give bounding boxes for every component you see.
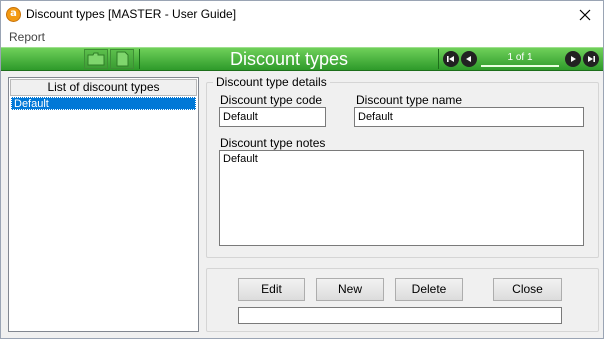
next-record-icon (571, 56, 576, 62)
folder-icon (87, 52, 105, 66)
previous-record-icon (466, 56, 471, 62)
details-group-label: Discount type details (213, 75, 330, 89)
new-button[interactable]: New (316, 278, 384, 301)
menu-bar: Report (1, 29, 603, 47)
window-close-button[interactable] (567, 1, 603, 29)
code-label: Discount type code (220, 93, 323, 107)
list-item[interactable]: Default (11, 97, 196, 110)
edit-button[interactable]: Edit (238, 278, 305, 301)
app-logo-letter: a (10, 8, 17, 19)
record-counter: 1 of 1 (507, 52, 533, 63)
discount-types-list[interactable]: List of discount types Default (8, 77, 199, 332)
app-logo-icon: a (6, 7, 21, 22)
document-icon (116, 51, 129, 67)
first-record-button[interactable] (443, 51, 459, 67)
name-field[interactable]: Default (354, 107, 584, 127)
record-slider[interactable] (481, 65, 559, 67)
name-label: Discount type name (356, 93, 463, 107)
close-icon (579, 9, 591, 21)
notes-label: Discount type notes (220, 136, 326, 150)
last-record-button[interactable] (583, 51, 599, 67)
window-title: Discount types [MASTER - User Guide] (26, 7, 237, 21)
first-record-icon (447, 56, 454, 62)
list-header: List of discount types (10, 79, 197, 96)
last-record-icon (588, 56, 595, 62)
app-window: a Discount types [MASTER - User Guide] R… (0, 0, 604, 339)
next-record-button[interactable] (565, 51, 581, 67)
record-navigator: 1 of 1 (441, 49, 601, 69)
delete-button[interactable]: Delete (395, 278, 463, 301)
toolbar: Discount types 1 of 1 (1, 47, 603, 71)
code-field[interactable]: Default (219, 107, 326, 127)
menu-item-report[interactable]: Report (9, 30, 45, 44)
page-title: Discount types (139, 49, 439, 69)
title-bar: a Discount types [MASTER - User Guide] (1, 1, 603, 29)
notes-field[interactable]: Default (219, 150, 584, 246)
previous-record-button[interactable] (461, 51, 477, 67)
open-folder-button[interactable] (84, 49, 108, 69)
new-document-button[interactable] (110, 49, 134, 69)
close-button[interactable]: Close (493, 278, 562, 301)
status-field[interactable] (238, 307, 562, 324)
